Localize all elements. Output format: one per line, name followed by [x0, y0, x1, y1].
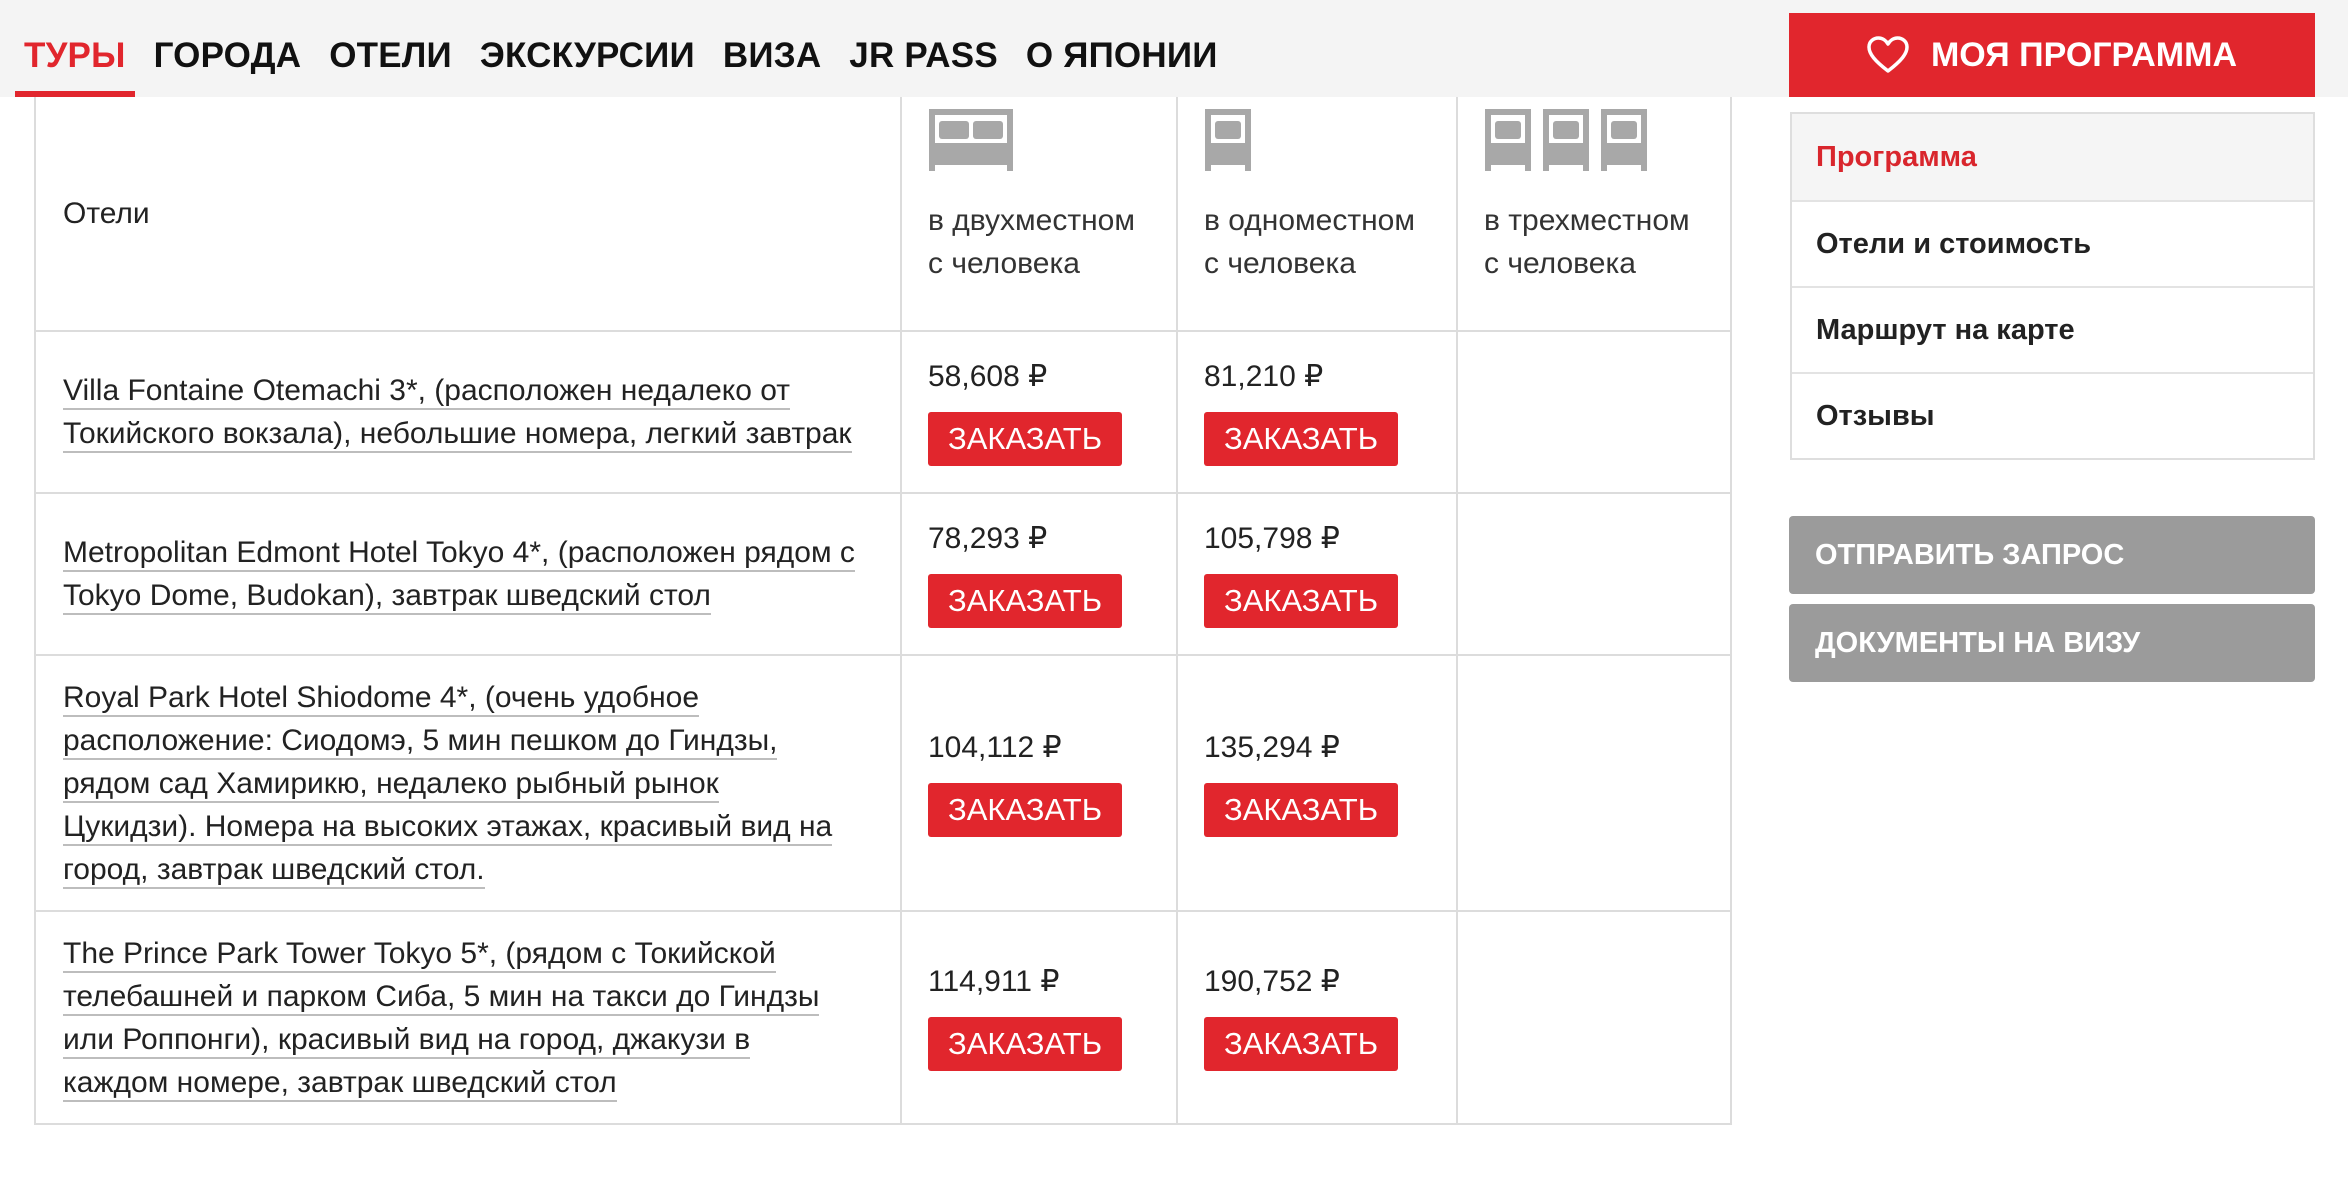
price-double: 78,293 ₽	[928, 521, 1048, 555]
single-price-cell: 105,798 ₽ ЗАКАЗАТЬ	[1176, 492, 1458, 656]
hotel-link[interactable]: Royal Park Hotel Shiodome 4*, (очень удо…	[63, 676, 880, 891]
nav-item-excursions[interactable]: ЭКСКУРСИИ	[480, 0, 695, 97]
order-button[interactable]: ЗАКАЗАТЬ	[928, 573, 1123, 628]
hotel-cell: Villa Fontaine Otemachi 3*, (расположен …	[34, 330, 902, 494]
side-menu-item-route-map[interactable]: Маршрут на карте	[1792, 286, 2313, 372]
nav-item-cities[interactable]: ГОРОДА	[154, 0, 302, 97]
visa-documents-button[interactable]: ДОКУМЕНТЫ НА ВИЗУ	[1789, 604, 2315, 682]
main-nav: ТУРЫ ГОРОДА ОТЕЛИ ЭКСКУРСИИ ВИЗА JR PASS…	[15, 0, 1246, 97]
price-single: 81,210 ₽	[1204, 359, 1324, 393]
hotel-cell: Royal Park Hotel Shiodome 4*, (очень удо…	[34, 654, 902, 912]
double-price-cell: 114,911 ₽ ЗАКАЗАТЬ	[900, 910, 1178, 1125]
hotel-cell: Metropolitan Edmont Hotel Tokyo 4*, (рас…	[34, 492, 902, 656]
triple-price-cell	[1456, 654, 1732, 912]
single-price-cell: 190,752 ₽ ЗАКАЗАТЬ	[1176, 910, 1458, 1125]
price-double: 114,911 ₽	[928, 965, 1060, 998]
order-button[interactable]: ЗАКАЗАТЬ	[1204, 573, 1399, 628]
my-program-button[interactable]: МОЯ ПРОГРАММА	[1789, 13, 2315, 97]
heart-icon	[1867, 36, 1909, 73]
single-room-caption-line2: с человека	[1204, 247, 1356, 280]
table-row: The Prince Park Tower Tokyo 5*, (рядом с…	[34, 910, 1732, 1125]
tour-side-menu: Программа Отели и стоимость Маршрут на к…	[1790, 112, 2315, 460]
hotels-column-header: Отели	[34, 97, 902, 332]
triple-bed-icon	[1484, 109, 1704, 175]
double-price-cell: 104,112 ₽ ЗАКАЗАТЬ	[900, 654, 1178, 912]
double-bed-icon	[929, 109, 1013, 171]
double-room-caption-line2: с человека	[928, 247, 1080, 280]
double-room-column-header: в двухместном с человека	[900, 97, 1178, 332]
table-row: Royal Park Hotel Shiodome 4*, (очень удо…	[34, 654, 1732, 912]
my-program-label: МОЯ ПРОГРАММА	[1930, 35, 2238, 74]
nav-item-jr-pass[interactable]: JR PASS	[849, 0, 998, 97]
single-price-cell: 135,294 ₽ ЗАКАЗАТЬ	[1176, 654, 1458, 912]
triple-price-cell	[1456, 330, 1732, 494]
price-single: 190,752 ₽	[1204, 965, 1340, 998]
table-header-row: Отели в двухместном с человека в одномес…	[34, 97, 1732, 332]
triple-room-column-header: в трехместном с человека	[1456, 97, 1732, 332]
price-single: 135,294 ₽	[1204, 730, 1340, 764]
order-button[interactable]: ЗАКАЗАТЬ	[928, 411, 1123, 466]
hotel-cell: The Prince Park Tower Tokyo 5*, (рядом с…	[34, 910, 902, 1125]
price-double: 104,112 ₽	[928, 730, 1062, 764]
order-button[interactable]: ЗАКАЗАТЬ	[928, 1017, 1123, 1071]
price-single: 105,798 ₽	[1204, 521, 1340, 555]
nav-item-hotels[interactable]: ОТЕЛИ	[329, 0, 452, 97]
side-menu-item-reviews[interactable]: Отзывы	[1792, 372, 2313, 458]
side-menu-item-hotels-prices[interactable]: Отели и стоимость	[1792, 200, 2313, 286]
triple-room-caption-line2: с человека	[1484, 247, 1636, 280]
triple-price-cell	[1456, 910, 1732, 1125]
side-menu-item-program[interactable]: Программа	[1792, 114, 2313, 200]
triple-room-caption-line1: в трехместном	[1484, 204, 1690, 237]
table-row: Metropolitan Edmont Hotel Tokyo 4*, (рас…	[34, 492, 1732, 656]
triple-price-cell	[1456, 492, 1732, 656]
double-price-cell: 78,293 ₽ ЗАКАЗАТЬ	[900, 492, 1178, 656]
order-button[interactable]: ЗАКАЗАТЬ	[928, 782, 1123, 837]
hotel-link[interactable]: Metropolitan Edmont Hotel Tokyo 4*, (рас…	[63, 531, 880, 617]
single-room-column-header: в одноместном с человека	[1176, 97, 1458, 332]
send-request-button[interactable]: ОТПРАВИТЬ ЗАПРОС	[1789, 516, 2315, 594]
nav-item-visa[interactable]: ВИЗА	[723, 0, 821, 97]
double-room-caption-line1: в двухместном	[928, 204, 1135, 237]
single-bed-icon	[1205, 109, 1251, 171]
price-double: 58,608 ₽	[928, 359, 1048, 393]
hotel-link[interactable]: The Prince Park Tower Tokyo 5*, (рядом с…	[63, 932, 880, 1104]
order-button[interactable]: ЗАКАЗАТЬ	[1204, 411, 1399, 466]
nav-item-about-japan[interactable]: О ЯПОНИИ	[1026, 0, 1218, 97]
nav-item-tours[interactable]: ТУРЫ	[15, 0, 135, 97]
hotels-price-table: Отели в двухместном с человека в одномес…	[34, 97, 1732, 1125]
order-button[interactable]: ЗАКАЗАТЬ	[1204, 1017, 1399, 1071]
double-price-cell: 58,608 ₽ ЗАКАЗАТЬ	[900, 330, 1178, 494]
order-button[interactable]: ЗАКАЗАТЬ	[1204, 782, 1399, 837]
hotel-link[interactable]: Villa Fontaine Otemachi 3*, (расположен …	[63, 369, 880, 455]
table-row: Villa Fontaine Otemachi 3*, (расположен …	[34, 330, 1732, 494]
single-room-caption-line1: в одноместном	[1204, 204, 1415, 237]
single-price-cell: 81,210 ₽ ЗАКАЗАТЬ	[1176, 330, 1458, 494]
